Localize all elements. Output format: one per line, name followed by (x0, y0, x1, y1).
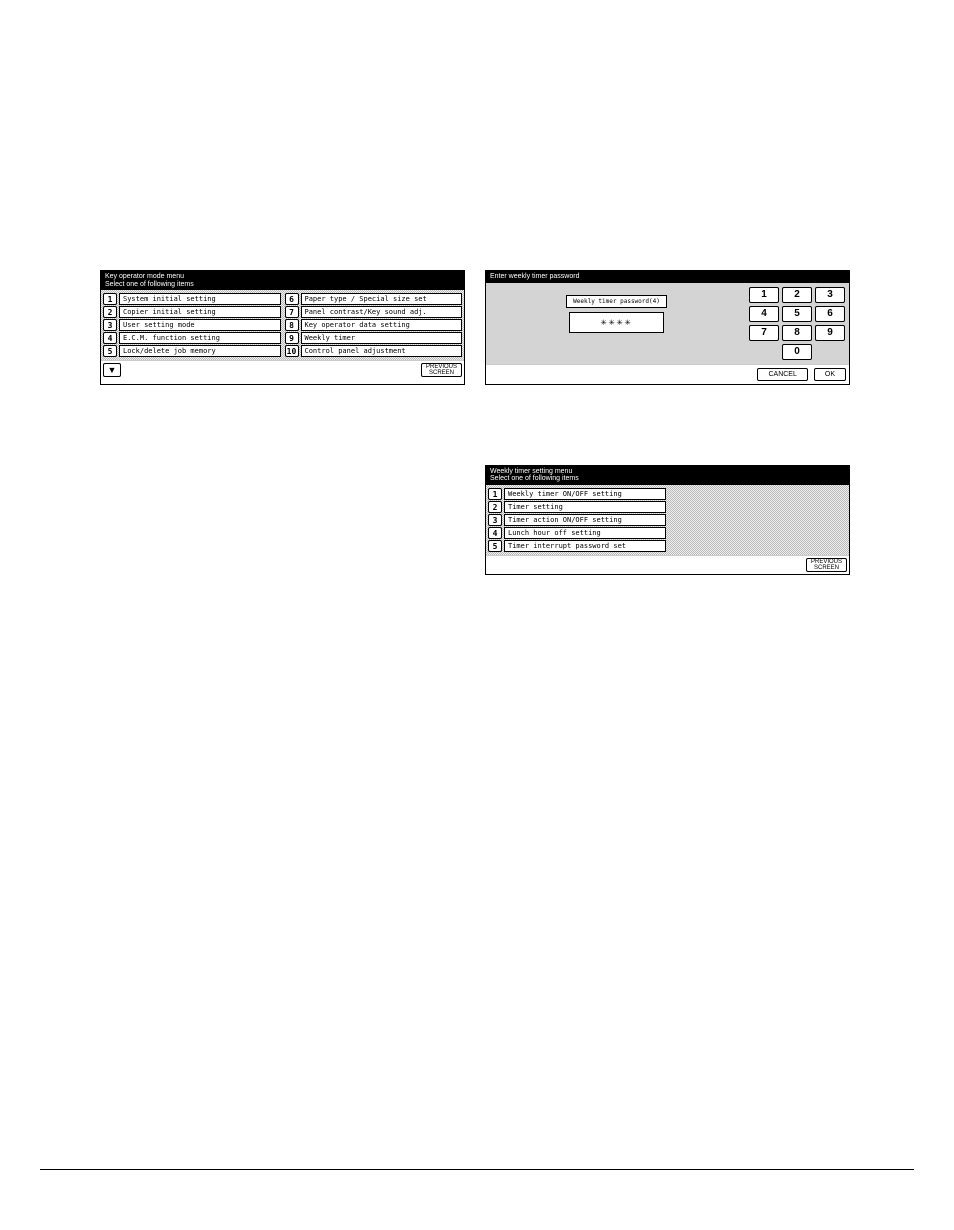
timer-menu-item-1[interactable]: 1 Weekly timer ON/OFF setting (488, 488, 666, 500)
panel2-header-text: Enter weekly timer password (490, 273, 845, 281)
weekly-timer-password-panel: Enter weekly timer password Weekly timer… (485, 270, 850, 385)
cancel-label: CANCEL (768, 371, 796, 378)
menu-item-4[interactable]: 4 E.C.M. function setting (103, 332, 281, 344)
keypad-3[interactable]: 3 (815, 287, 845, 303)
menu-label: Weekly timer ON/OFF setting (504, 488, 666, 500)
menu-label: Control panel adjustment (301, 345, 463, 357)
menu-label: E.C.M. function setting (119, 332, 281, 344)
keypad-9[interactable]: 9 (815, 325, 845, 341)
timer-menu-item-5[interactable]: 5 Timer interrupt password set (488, 540, 666, 552)
menu-number: 1 (103, 293, 117, 305)
menu-number: 2 (488, 501, 502, 513)
panel1-header: Key operator mode menu Select one of fol… (101, 271, 464, 290)
menu-item-3[interactable]: 3 User setting mode (103, 319, 281, 331)
keypad-1[interactable]: 1 (749, 287, 779, 303)
menu-number: 4 (103, 332, 117, 344)
menu-label: Copier initial setting (119, 306, 281, 318)
previous-screen-button[interactable]: PREVIOUS SCREEN (806, 558, 847, 572)
timer-menu-item-2[interactable]: 2 Timer setting (488, 501, 666, 513)
timer-menu-item-4[interactable]: 4 Lunch hour off setting (488, 527, 666, 539)
menu-item-10[interactable]: 10 Control panel adjustment (285, 345, 463, 357)
menu-number: 5 (103, 345, 117, 357)
numeric-keypad: 1 2 3 4 5 6 7 8 9 0 (749, 287, 845, 360)
ok-label: OK (825, 371, 835, 378)
keypad-8[interactable]: 8 (782, 325, 812, 341)
panel3-header: Weekly timer setting menu Select one of … (486, 466, 849, 485)
menu-label: Lunch hour off setting (504, 527, 666, 539)
menu-item-7[interactable]: 7 Panel contrast/Key sound adj. (285, 306, 463, 318)
cancel-button[interactable]: CANCEL (757, 368, 807, 381)
keypad-4[interactable]: 4 (749, 306, 779, 322)
menu-number: 10 (285, 345, 299, 357)
panel3-header-line2: Select one of following items (490, 475, 845, 483)
weekly-timer-setting-menu-panel: Weekly timer setting menu Select one of … (485, 465, 850, 575)
menu-number: 6 (285, 293, 299, 305)
menu-number: 2 (103, 306, 117, 318)
panel2-header: Enter weekly timer password (486, 271, 849, 283)
menu-label: Timer interrupt password set (504, 540, 666, 552)
page-footer-divider (40, 1169, 914, 1170)
previous-screen-button[interactable]: PREVIOUS SCREEN (421, 363, 462, 377)
menu-label: Panel contrast/Key sound adj. (301, 306, 463, 318)
password-field-value: ✳✳✳✳ (569, 312, 663, 333)
menu-item-1[interactable]: 1 System initial setting (103, 293, 281, 305)
prev-line2: SCREEN (426, 370, 457, 376)
menu-item-9[interactable]: 9 Weekly timer (285, 332, 463, 344)
menu-label: Weekly timer (301, 332, 463, 344)
menu-item-6[interactable]: 6 Paper type / Special size set (285, 293, 463, 305)
menu-number: 8 (285, 319, 299, 331)
menu-number: 1 (488, 488, 502, 500)
keypad-6[interactable]: 6 (815, 306, 845, 322)
menu-label: User setting mode (119, 319, 281, 331)
password-field-label: Weekly timer password(4) (566, 295, 667, 308)
menu-number: 3 (488, 514, 502, 526)
menu-label: Lock/delete job memory (119, 345, 281, 357)
menu-number: 4 (488, 527, 502, 539)
keypad-7[interactable]: 7 (749, 325, 779, 341)
ok-button[interactable]: OK (814, 368, 846, 381)
keypad-2[interactable]: 2 (782, 287, 812, 303)
menu-label: Timer action ON/OFF setting (504, 514, 666, 526)
menu-label: Key operator data setting (301, 319, 463, 331)
keypad-5[interactable]: 5 (782, 306, 812, 322)
panel1-header-line2: Select one of following items (105, 281, 460, 289)
panel3-header-line1: Weekly timer setting menu (490, 468, 845, 476)
menu-label: Timer setting (504, 501, 666, 513)
menu-number: 3 (103, 319, 117, 331)
arrow-down-icon: ▼ (108, 365, 117, 375)
menu-label: System initial setting (119, 293, 281, 305)
menu-label: Paper type / Special size set (301, 293, 463, 305)
menu-item-5[interactable]: 5 Lock/delete job memory (103, 345, 281, 357)
menu-number: 9 (285, 332, 299, 344)
panel1-header-line1: Key operator mode menu (105, 273, 460, 281)
key-operator-menu-panel: Key operator mode menu Select one of fol… (100, 270, 465, 385)
prev-line2: SCREEN (811, 565, 842, 571)
menu-item-2[interactable]: 2 Copier initial setting (103, 306, 281, 318)
menu-number: 7 (285, 306, 299, 318)
scroll-down-button[interactable]: ▼ (103, 363, 121, 377)
menu-number: 5 (488, 540, 502, 552)
timer-menu-item-3[interactable]: 3 Timer action ON/OFF setting (488, 514, 666, 526)
menu-item-8[interactable]: 8 Key operator data setting (285, 319, 463, 331)
keypad-0[interactable]: 0 (782, 344, 812, 360)
